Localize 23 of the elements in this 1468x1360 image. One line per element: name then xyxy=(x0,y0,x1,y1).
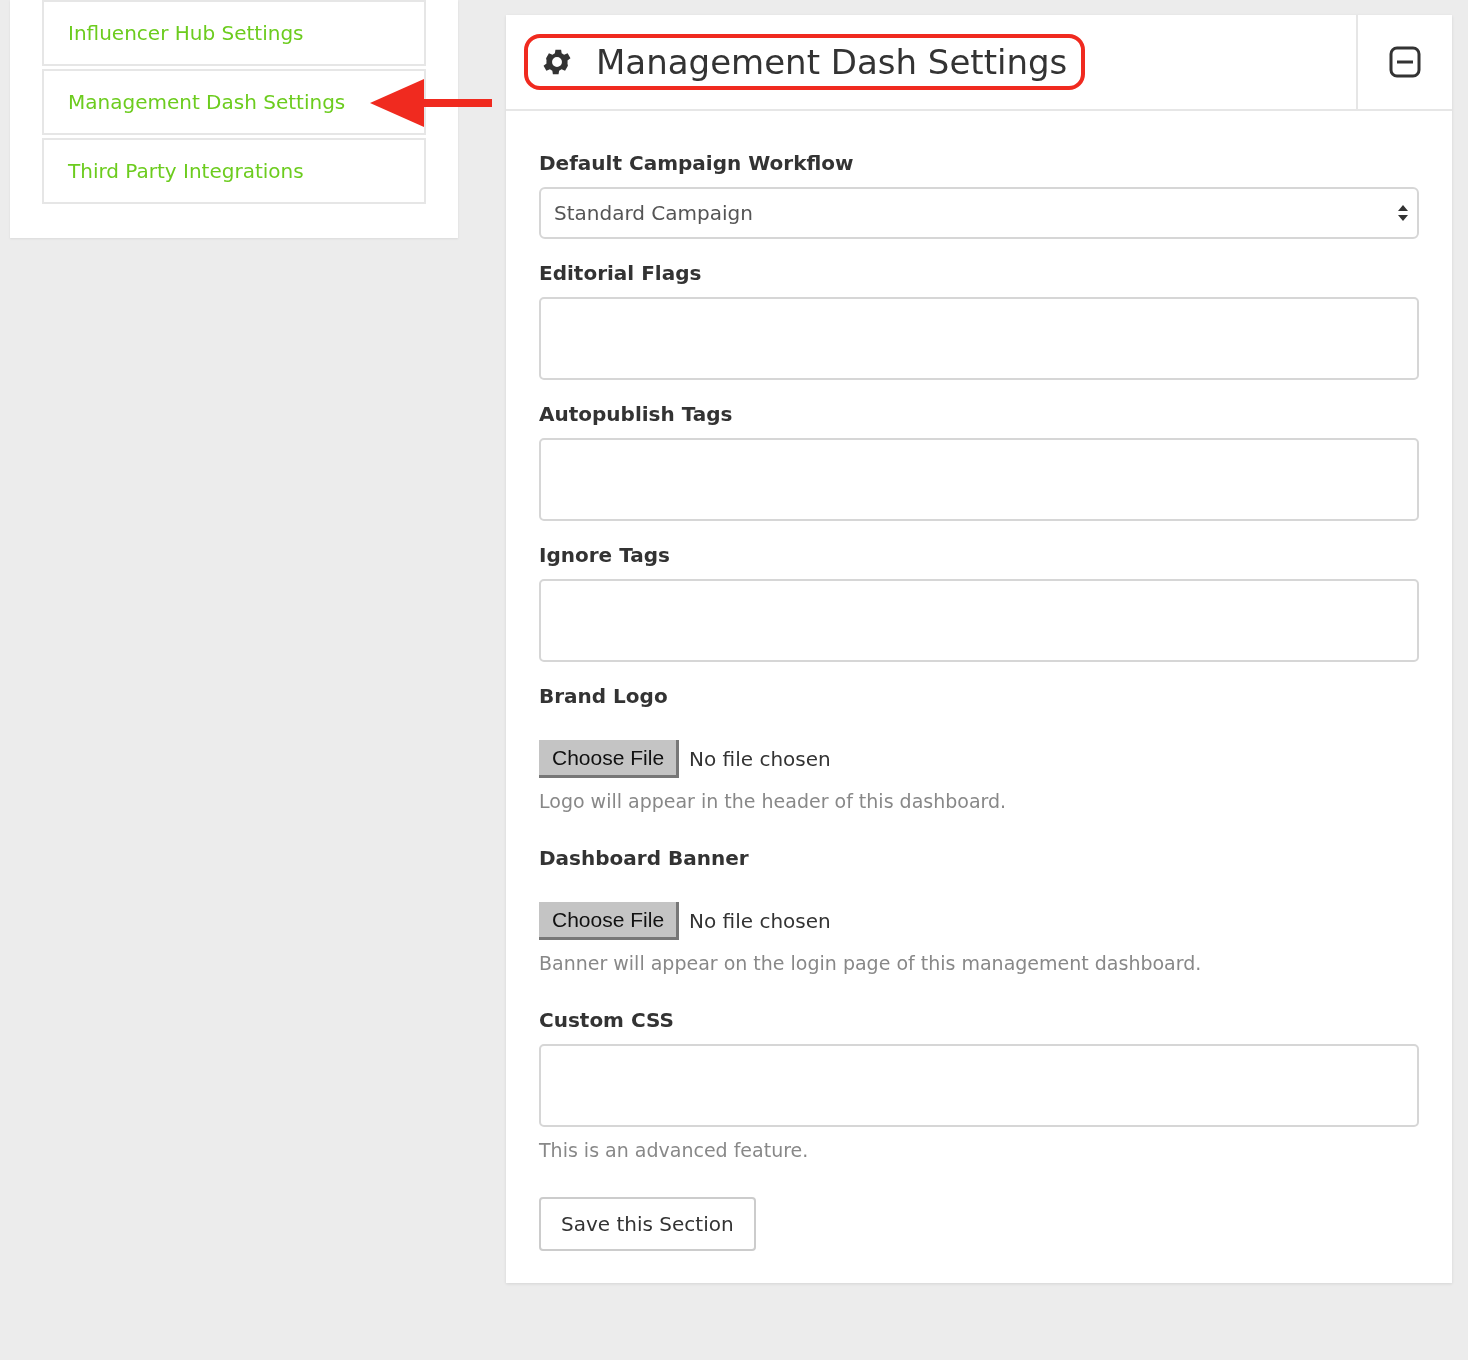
up-down-arrows-icon xyxy=(1397,203,1409,223)
choose-file-button[interactable]: Choose File xyxy=(539,740,680,778)
help-text: Banner will appear on the login page of this management dashboard. xyxy=(539,952,1203,974)
field-label: Custom CSS xyxy=(539,1008,675,1032)
choose-file-button[interactable]: Choose File xyxy=(539,902,680,940)
text-field[interactable] xyxy=(539,1044,1419,1127)
file-status: No file chosen xyxy=(689,909,831,933)
file-status: No file chosen xyxy=(689,747,831,771)
field-label: Autopublish Tags xyxy=(539,402,734,426)
save-button[interactable]: Save this Section xyxy=(539,1197,756,1251)
text-field[interactable] xyxy=(539,297,1419,380)
field-label: Brand Logo xyxy=(539,684,669,708)
field-label: Ignore Tags xyxy=(539,543,671,567)
field-label: Editorial Flags xyxy=(539,261,703,285)
help-text: This is an advanced feature. xyxy=(539,1139,810,1161)
field-label: Default Campaign Workflow xyxy=(539,151,855,175)
field-label: Dashboard Banner xyxy=(539,846,750,870)
workflow-select[interactable]: Standard Campaign xyxy=(539,187,1419,239)
text-field[interactable] xyxy=(539,579,1419,662)
help-text: Logo will appear in the header of this dashboard. xyxy=(539,790,1008,812)
collapse-button[interactable] xyxy=(1389,46,1421,78)
text-field[interactable] xyxy=(539,438,1419,521)
panel-title: Management Dash Settings xyxy=(596,42,1068,82)
